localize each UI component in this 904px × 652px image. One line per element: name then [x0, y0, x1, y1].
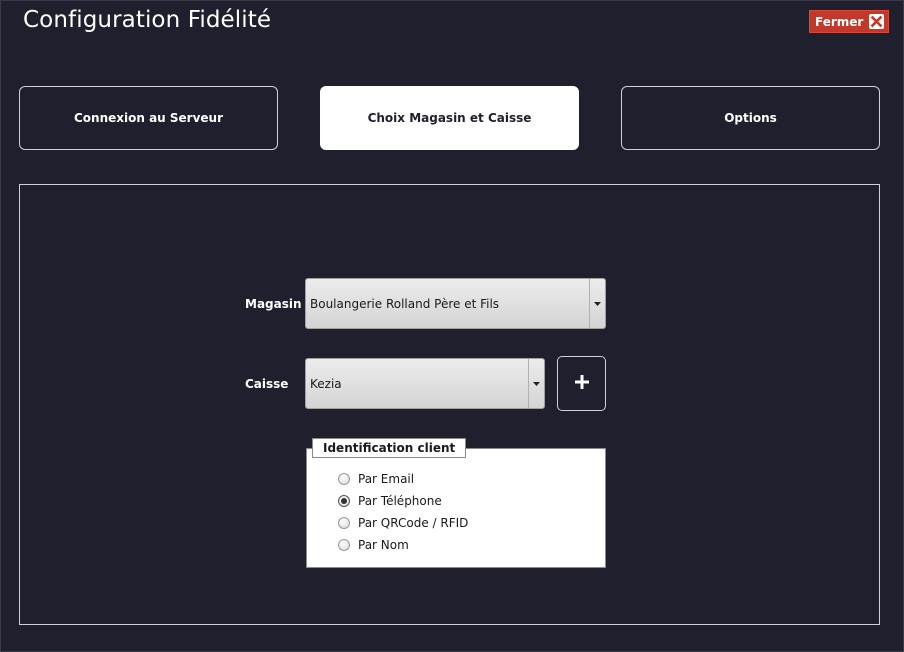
close-button-label: Fermer	[815, 14, 864, 29]
close-icon	[869, 14, 884, 29]
radio-label: Par Téléphone	[358, 494, 442, 508]
caisse-label: Caisse	[245, 377, 289, 391]
tab-label: Options	[724, 111, 777, 125]
window-title: Configuration Fidélité	[23, 7, 272, 33]
radio-label: Par Nom	[358, 538, 409, 552]
tab-label: Choix Magasin et Caisse	[367, 111, 532, 125]
add-caisse-button[interactable]	[557, 356, 606, 411]
magasin-select-value: Boulangerie Rolland Père et Fils	[310, 296, 500, 311]
caisse-select[interactable]: Kezia	[305, 358, 545, 409]
chevron-down-icon[interactable]	[589, 279, 605, 328]
tab-options[interactable]: Options	[621, 86, 880, 150]
radio-par-qrcode-rfid[interactable]: Par QRCode / RFID	[338, 515, 468, 531]
radio-par-nom[interactable]: Par Nom	[338, 537, 409, 553]
radio-label: Par Email	[358, 472, 415, 486]
close-button[interactable]: Fermer	[809, 10, 889, 33]
identification-client-legend: Identification client	[312, 438, 467, 458]
caisse-select-value: Kezia	[310, 376, 342, 391]
radio-button[interactable]	[338, 517, 350, 529]
chevron-down-icon[interactable]	[528, 359, 544, 408]
radio-par-telephone[interactable]: Par Téléphone	[338, 493, 442, 509]
tab-label: Connexion au Serveur	[73, 111, 224, 125]
magasin-label: Magasin	[245, 297, 302, 311]
radio-button[interactable]	[338, 473, 350, 485]
tab-choix-magasin-caisse[interactable]: Choix Magasin et Caisse	[320, 86, 579, 150]
magasin-select[interactable]: Boulangerie Rolland Père et Fils	[305, 278, 606, 329]
tab-connexion-serveur[interactable]: Connexion au Serveur	[19, 86, 278, 150]
radio-button[interactable]	[338, 495, 350, 507]
radio-button[interactable]	[338, 539, 350, 551]
plus-icon	[574, 374, 590, 394]
radio-label: Par QRCode / RFID	[358, 516, 469, 530]
radio-par-email[interactable]: Par Email	[338, 471, 414, 487]
